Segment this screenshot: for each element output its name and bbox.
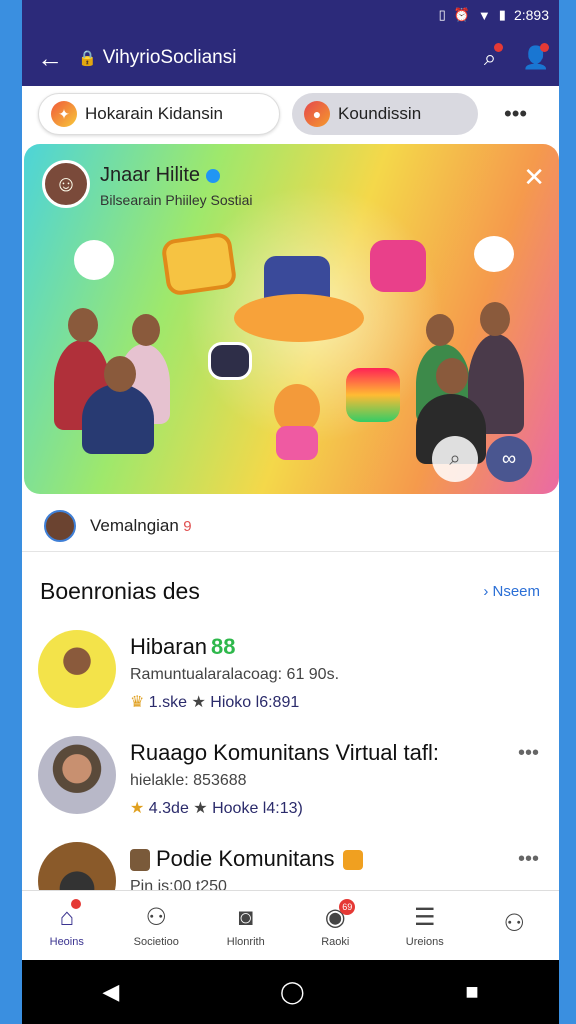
chip-koundissin[interactable]: ● Koundissin [292,93,478,135]
system-navigation: ◀ ◯ ■ [22,960,559,1024]
nav-badge [70,899,81,909]
person-head-illustration [480,302,510,336]
community-thumbnail [38,630,116,708]
wifi-icon: ▼ [477,7,491,23]
crown-icon: ♛ [130,694,145,711]
creator-avatar[interactable]: ☺ [42,160,90,208]
more-options-icon[interactable]: ••• [504,101,527,127]
recents-square-icon[interactable]: ■ [465,979,478,1005]
status-time: 2:893 [513,7,549,23]
back-triangle-icon[interactable]: ◀ [102,979,119,1005]
chip-label: Koundissin [338,104,422,123]
community-thumbnail [38,736,116,814]
filter-chips: ✦ Hokarain Kidansin ● Koundissin ••• [22,86,559,142]
verified-icon [206,168,221,183]
notification-dot [494,43,503,52]
status-bar: ▯ ⏰ ▼ ▮ 2:893 [22,0,559,30]
video-frame-illustration [160,231,238,297]
nav-camera[interactable]: ◙ Hlonrith [201,891,291,960]
author-avatar[interactable] [44,509,76,542]
battery-icon: ▮ [498,7,506,22]
more-options-icon[interactable]: ••• [518,742,539,765]
chip-label: Hokarain Kidansin [85,104,223,123]
nav-updates[interactable]: ☰ Ureions [380,891,470,960]
person-head-illustration [104,356,136,392]
post-author-row[interactable]: Vemalngian 9 [22,500,559,552]
search-icon[interactable]: ⌕ [467,43,513,71]
link-fab-icon[interactable]: ∞ [486,436,532,482]
nav-label: Ureions [405,936,444,948]
more-options-icon[interactable]: ••• [518,848,539,871]
community-badge: 88 [211,634,236,659]
community-meta: Ramuntualaralacoag: 61 90s. [130,666,340,683]
camera-icon: ◙ [238,903,254,931]
bottom-navigation: ⌂ Heoins ⚇ Societioo ◙ Hlonrith ◉ 69 Rao… [22,890,559,960]
chip-logo-icon: ✦ [51,101,77,127]
person-head-illustration [68,308,98,342]
person-illustration [82,384,154,454]
nav-label: Societioo [133,936,179,948]
chat-bubble-icon [474,236,514,272]
author-name: Vemalngian [90,515,179,535]
nav-social[interactable]: ⚇ Societioo [112,891,202,960]
star-icon: ★ [193,800,208,817]
list-icon: ☰ [413,904,436,931]
profile-icon: ⚇ [503,910,525,937]
star-gold-icon: ★ [130,800,145,817]
person-head-illustration [132,314,160,346]
close-icon[interactable]: ✕ [523,162,545,193]
profile-icon[interactable]: 👤 [513,43,559,71]
back-arrow-icon[interactable]: ← [22,43,78,74]
star-icon: ★ [191,694,206,711]
person-icon: ⚇ [145,904,167,931]
person-head-illustration [426,314,454,346]
community-meta: hielakle: 853688 [130,772,247,789]
nav-home[interactable]: ⌂ Heoins [22,891,112,960]
featured-banner[interactable]: ☺ Jnaar Hilite Bilsearain Phiiley Sostia… [24,144,559,494]
gift-box-illustration [370,240,426,292]
section-heading: Boenronias des [40,578,200,604]
gift-icon [342,850,363,871]
phone-screen: ▯ ⏰ ▼ ▮ 2:893 ← 🔒 VihyrioSocliansi ⌕ 👤 ✦… [22,0,559,1024]
search-fab-icon[interactable]: ⌕ [432,436,478,482]
home-circle-icon[interactable]: ◯ [280,979,305,1005]
creator-subtitle: Bilsearain Phiiley Sostiai [100,192,253,208]
chip-logo-icon: ● [304,101,330,127]
nfc-icon: ▯ [438,7,446,22]
speech-bubble-icon [74,240,114,280]
community-stats: ♛ 1.ske ★ Hioko l6:891 [130,694,300,711]
notification-dot [540,43,549,52]
person-head-illustration [436,358,468,394]
rainbow-card-illustration [346,368,400,422]
lock-icon: 🔒 [78,50,97,67]
chip-hokarain[interactable]: ✦ Hokarain Kidansin [38,93,280,135]
author-count: 9 [183,517,192,535]
platform-illustration [234,294,364,342]
nav-label: Raoki [321,936,350,948]
section-header: Boenronias des › Nseem [40,578,540,605]
community-title: Hibaran [130,634,208,659]
community-stats: ★ 4.3de ★ Hooke l4:13) [130,800,303,817]
app-title: VihyrioSocliansi [102,47,237,68]
alarm-icon: ⏰ [453,7,470,22]
nav-record[interactable]: ◉ 69 Raoki [291,891,381,960]
community-item[interactable]: Ruaago Komunitans Virtual tafl: ••• hiel… [22,736,559,832]
bear-body-illustration [276,426,318,460]
creator-name: Jnaar Hilite [100,164,201,186]
nav-badge: 69 [339,899,356,915]
community-title: Podie Komunitans [156,846,335,871]
community-title: Ruaago Komunitans Virtual tafl: [130,740,439,765]
see-all-link[interactable]: › Nseem [483,583,540,600]
nav-label: Hlonrith [226,935,265,948]
nav-profile[interactable]: ⚇ [470,891,560,960]
app-bar: ← 🔒 VihyrioSocliansi ⌕ 👤 [22,30,559,86]
nav-label: Heoins [49,935,84,948]
community-item[interactable]: Hibaran 88 Ramuntualaralacoag: 61 90s. ♛ … [22,630,559,726]
photo-card-illustration [208,342,252,380]
mini-avatar-icon [130,849,150,872]
